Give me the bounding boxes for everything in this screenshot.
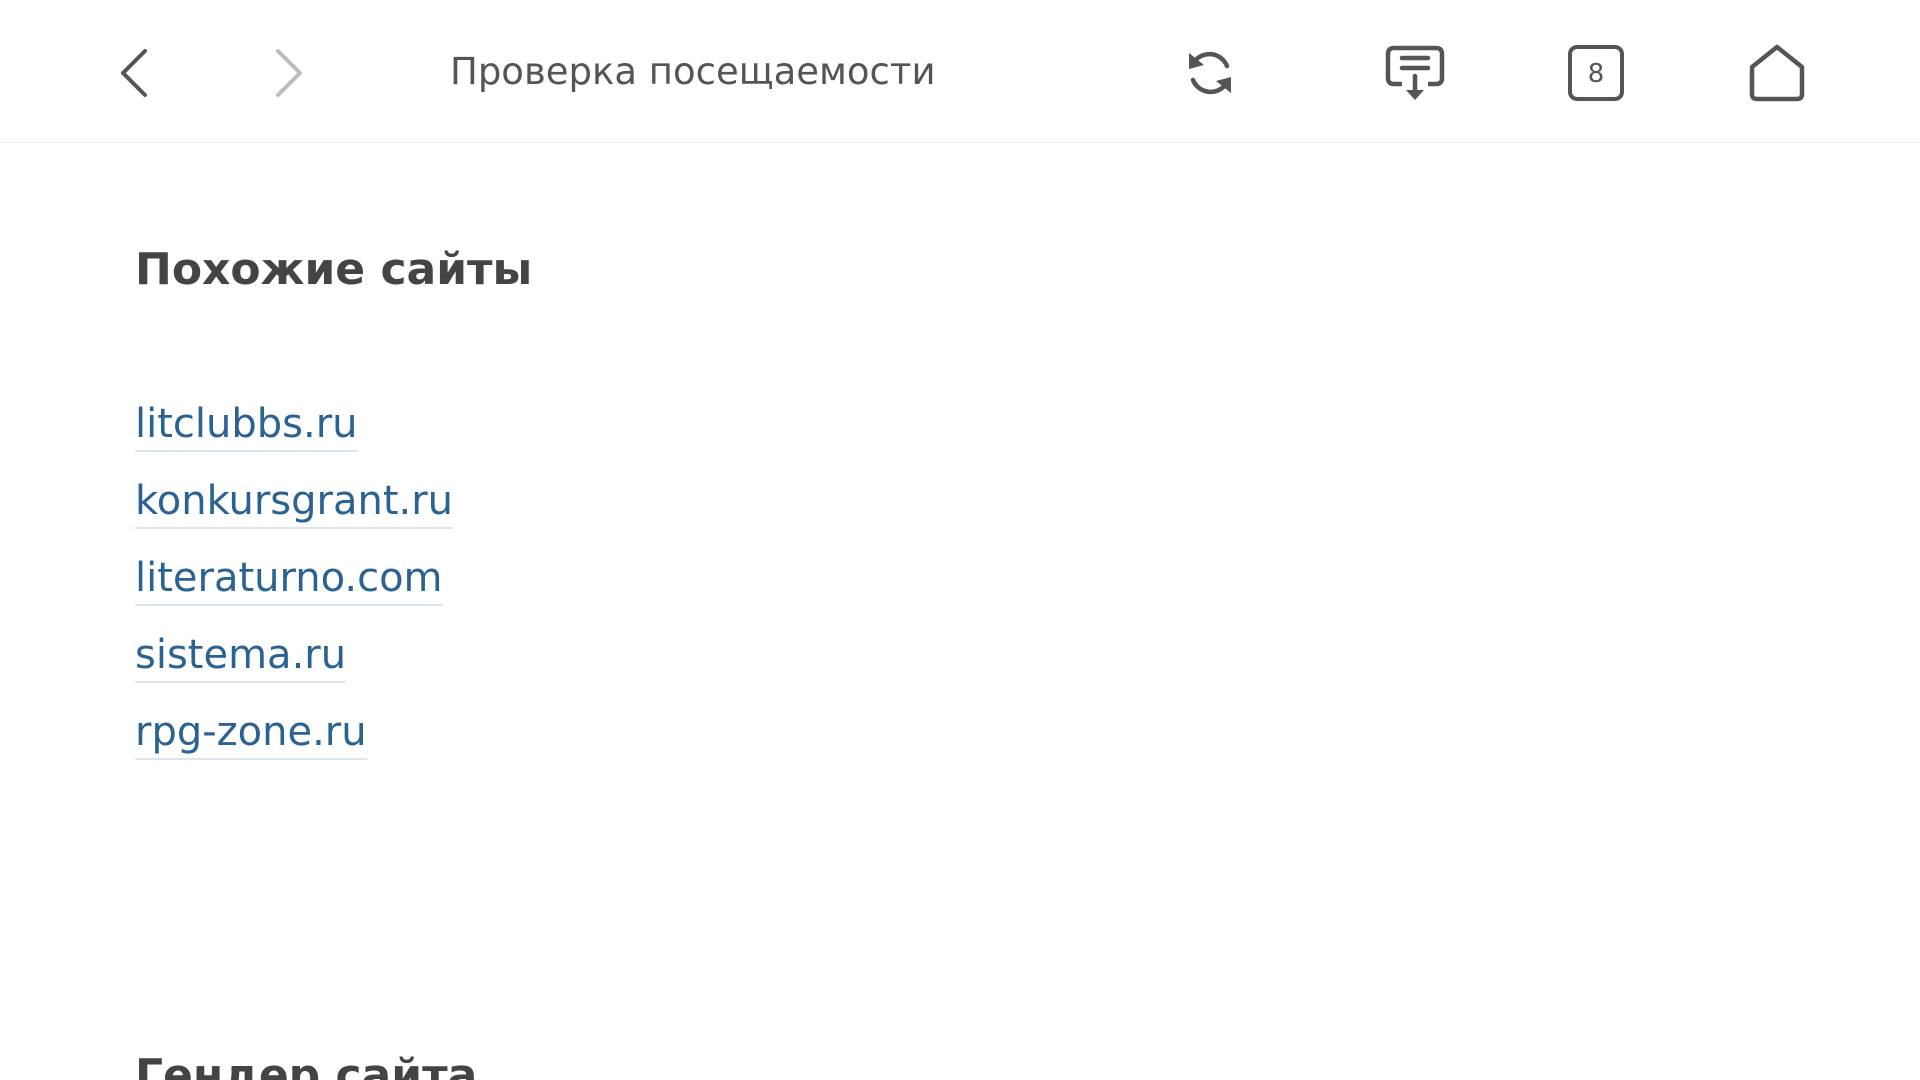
reload-icon [1189, 51, 1231, 95]
home-button[interactable] [1742, 38, 1812, 108]
page-content: Похожие сайты litclubbs.ru konkursgrant.… [0, 144, 1920, 1080]
site-link-literaturno[interactable]: literaturno.com [135, 552, 443, 606]
site-link-konkursgrant[interactable]: konkursgrant.ru [135, 475, 454, 529]
site-link-litclubbs[interactable]: litclubbs.ru [135, 398, 358, 452]
site-link-sistema[interactable]: sistema.ru [135, 629, 347, 683]
reader-mode-button[interactable] [1380, 38, 1450, 108]
tabs-button[interactable]: 8 [1561, 38, 1631, 108]
back-button[interactable] [100, 38, 170, 108]
home-icon [1749, 44, 1805, 102]
similar-sites-list: litclubbs.ru konkursgrant.ru literaturno… [135, 398, 454, 783]
page-title: Проверка посещаемости [450, 50, 936, 93]
reload-button[interactable] [1175, 38, 1245, 108]
site-link-rpg-zone[interactable]: rpg-zone.ru [135, 706, 367, 760]
chevron-left-icon [121, 49, 147, 97]
tabs-icon: 8 [1568, 45, 1624, 101]
chevron-right-icon [276, 49, 302, 97]
site-gender-heading: Гендер сайта [135, 1050, 478, 1080]
tabs-count: 8 [1588, 59, 1605, 89]
browser-toolbar: Проверка посещаемости 8 [0, 0, 1920, 143]
forward-button[interactable] [253, 38, 323, 108]
reader-download-icon [1385, 45, 1445, 100]
similar-sites-heading: Похожие сайты [135, 244, 533, 295]
